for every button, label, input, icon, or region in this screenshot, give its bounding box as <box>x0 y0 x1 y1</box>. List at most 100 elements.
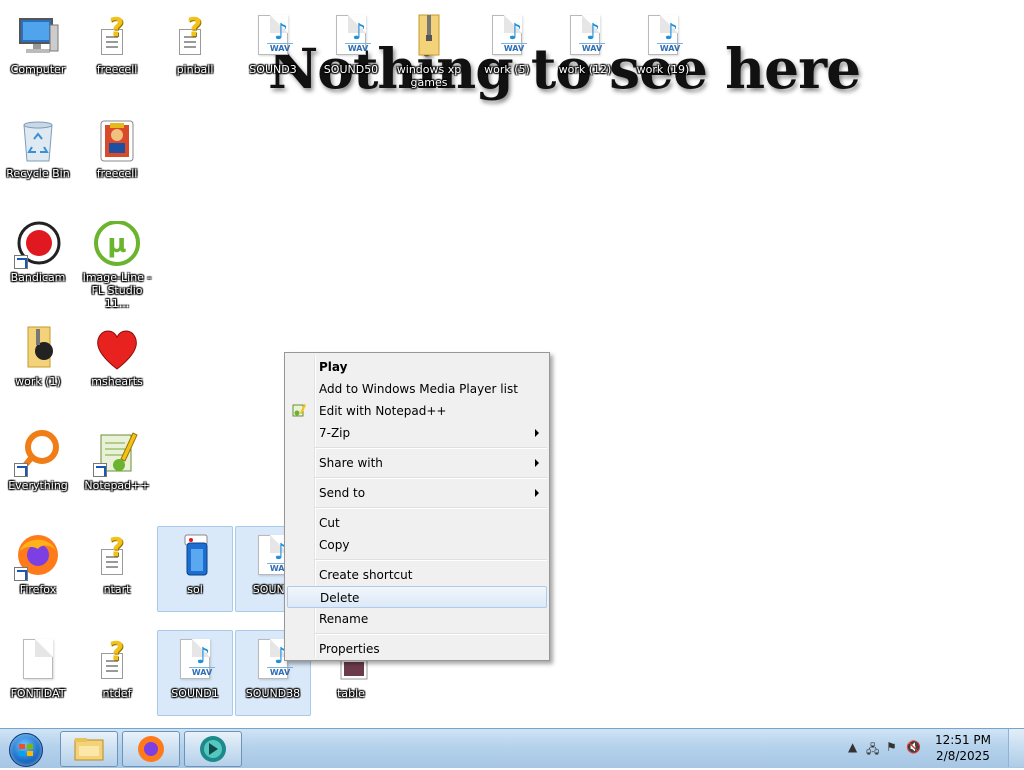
question-file-icon: ? <box>93 13 141 61</box>
menu-item-label: Rename <box>319 612 369 626</box>
menu-separator <box>315 447 547 449</box>
sound50-file[interactable]: ♪ WAV SOUND50 <box>313 6 389 92</box>
show-hidden-icons-icon[interactable]: ▲ <box>848 740 857 754</box>
menu-item-label: Copy <box>319 538 350 552</box>
fontidat-file[interactable]: FONTIDAT <box>0 630 76 716</box>
icon-label: work (19) <box>636 63 690 76</box>
menu-item-label: Send to <box>319 486 366 500</box>
sound3-file[interactable]: ♪ WAV SOUND3 <box>235 6 311 92</box>
menu-item-rename[interactable]: Rename <box>287 608 547 630</box>
record-icon <box>14 221 62 269</box>
menu-item-share-with[interactable]: Share with <box>287 452 547 474</box>
menu-item-7zip[interactable]: 7-Zip <box>287 422 547 444</box>
menu-item-copy[interactable]: Copy <box>287 534 547 556</box>
wav-file-icon: ♪ WAV <box>483 13 531 61</box>
sol-icon[interactable]: sol <box>157 526 233 612</box>
solitaire-icon <box>171 533 219 581</box>
card-king-icon <box>93 117 141 165</box>
network-icon[interactable]: 🖧 <box>866 740 879 761</box>
work19-file[interactable]: ♪ WAV work (19) <box>625 6 701 92</box>
menu-item-label: Create shortcut <box>319 568 413 582</box>
icon-label: Everything <box>8 479 68 492</box>
menu-item-label: Properties <box>319 642 380 656</box>
freecell-help-icon[interactable]: ? freecell <box>79 6 155 92</box>
menu-item-label: Edit with Notepad++ <box>319 404 447 418</box>
taskbar-firefox-button[interactable] <box>122 731 180 767</box>
icon-label: sol <box>187 583 203 596</box>
winxp-games-zip[interactable]: windows xp games <box>391 6 467 92</box>
menu-item-add-wmp-list[interactable]: Add to Windows Media Player list <box>287 378 547 400</box>
menu-separator <box>315 477 547 479</box>
menu-item-label: 7-Zip <box>319 426 351 440</box>
icon-label: table <box>337 687 365 700</box>
icon-label: mshearts <box>91 375 143 388</box>
windows-logo-icon <box>19 744 33 756</box>
work1-zip[interactable]: work (1) <box>0 318 76 404</box>
menu-separator <box>315 559 547 561</box>
menu-separator <box>315 633 547 635</box>
icon-label: freecell <box>96 63 138 76</box>
menu-item-label: Play <box>319 360 348 374</box>
sound1-file[interactable]: ♪ WAV SOUND1 <box>157 630 233 716</box>
taskbar-explorer-button[interactable] <box>60 731 118 767</box>
icon-label: work (12) <box>558 63 612 76</box>
mshearts-icon[interactable]: mshearts <box>79 318 155 404</box>
firefox-shortcut[interactable]: Firefox <box>0 526 76 612</box>
menu-item-play[interactable]: Play <box>287 356 547 378</box>
wav-file-icon: ♪ WAV <box>327 13 375 61</box>
action-center-flag-icon[interactable]: ⚑ <box>886 740 897 754</box>
pinball-icon[interactable]: ? pinball <box>157 6 233 92</box>
recycle-bin-icon[interactable]: Recycle Bin <box>0 110 76 196</box>
media-player-icon <box>200 736 226 762</box>
menu-item-properties[interactable]: Properties <box>287 638 547 660</box>
work5-file[interactable]: ♪ WAV work (5) <box>469 6 545 92</box>
blank-file-icon <box>14 637 62 685</box>
notepadpp-icon <box>93 429 141 477</box>
icon-label: SOUND38 <box>245 687 301 700</box>
submenu-arrow-icon <box>535 429 539 437</box>
clock-time[interactable]: 12:51 PM <box>928 733 998 747</box>
icon-label: pinball <box>176 63 214 76</box>
clock-date[interactable]: 2/8/2025 <box>928 749 998 763</box>
start-button[interactable] <box>6 731 46 767</box>
menu-item-send-to[interactable]: Send to <box>287 482 547 504</box>
menu-item-cut[interactable]: Cut <box>287 512 547 534</box>
ntdef-icon[interactable]: ? ntdef <box>79 630 155 716</box>
menu-item-delete[interactable]: Delete <box>287 586 547 608</box>
icon-label: Bandicam <box>10 271 66 284</box>
notepadpp-shortcut[interactable]: Notepad++ <box>79 422 155 508</box>
firefox-icon <box>14 533 62 581</box>
icon-label: Computer <box>10 63 66 76</box>
icon-label: freecell <box>96 167 138 180</box>
menu-item-create-shortcut[interactable]: Create shortcut <box>287 564 547 586</box>
icon-label: SOUND3 <box>249 63 297 76</box>
icon-label: ntdef <box>102 687 132 700</box>
work12-file[interactable]: ♪ WAV work (12) <box>547 6 623 92</box>
shortcut-arrow-icon <box>14 463 28 477</box>
submenu-arrow-icon <box>535 459 539 467</box>
shortcut-arrow-icon <box>93 463 107 477</box>
menu-item-label: Add to Windows Media Player list <box>319 382 518 396</box>
question-file-icon: ? <box>93 637 141 685</box>
icon-label: Firefox <box>19 583 57 596</box>
wav-file-icon: ♪ WAV <box>171 637 219 685</box>
taskbar-media-button[interactable] <box>184 731 242 767</box>
everything-shortcut[interactable]: Everything <box>0 422 76 508</box>
computer-icon[interactable]: Computer <box>0 6 76 92</box>
icon-label: work (5) <box>484 63 530 76</box>
flstudio-shortcut[interactable]: µ Image-Line - FL Studio 11... <box>79 214 155 310</box>
wav-file-icon: ♪ WAV <box>249 13 297 61</box>
ntart-icon[interactable]: ? ntart <box>79 526 155 612</box>
icon-label: ntart <box>103 583 131 596</box>
wav-file-icon: ♪ WAV <box>639 13 687 61</box>
show-desktop-button[interactable] <box>1008 729 1024 767</box>
menu-item-label: Cut <box>319 516 340 530</box>
icon-label: Notepad++ <box>84 479 150 492</box>
menu-separator <box>315 507 547 509</box>
shortcut-arrow-icon <box>14 255 28 269</box>
question-file-icon: ? <box>171 13 219 61</box>
volume-muted-icon[interactable]: 🔇 <box>906 740 921 754</box>
freecell-game-icon[interactable]: freecell <box>79 110 155 196</box>
menu-item-edit-notepadpp[interactable]: Edit with Notepad++ <box>287 400 547 422</box>
bandicam-shortcut[interactable]: Bandicam <box>0 214 76 300</box>
